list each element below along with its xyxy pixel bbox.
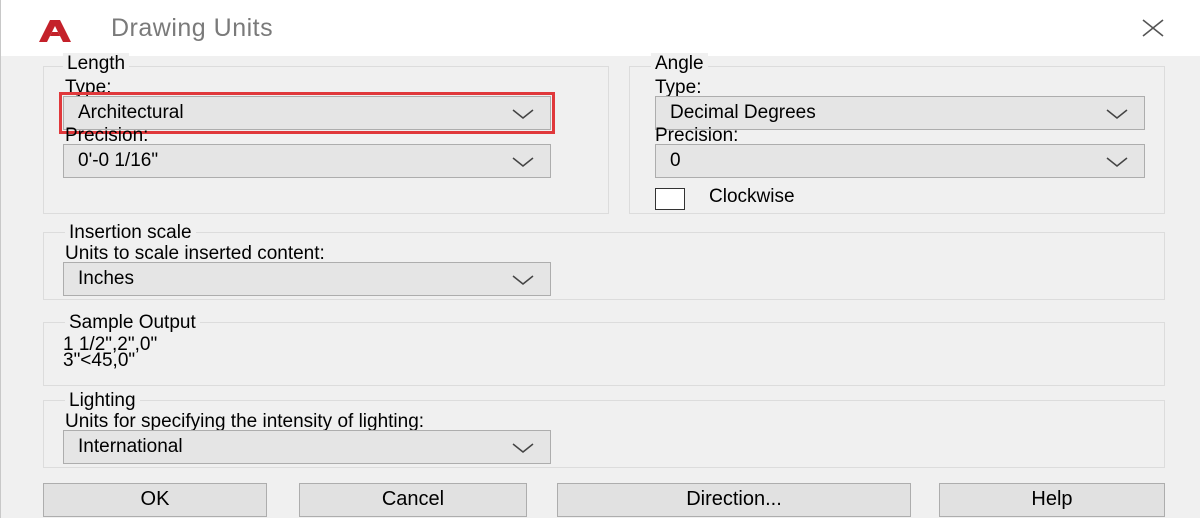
angle-type-value: Decimal Degrees [670, 102, 816, 123]
lighting-group-label: Lighting [65, 390, 140, 412]
ok-button[interactable]: OK [43, 483, 267, 517]
lighting-units-select[interactable]: International [63, 430, 551, 464]
close-icon[interactable] [1141, 16, 1165, 40]
drawing-units-dialog: Drawing Units Length Type: Architectural… [0, 0, 1200, 518]
help-button[interactable]: Help [939, 483, 1165, 517]
title-bar: Drawing Units [1, 0, 1200, 56]
chevron-down-icon [1106, 157, 1128, 167]
insertion-units-value: Inches [78, 268, 134, 289]
chevron-down-icon [512, 443, 534, 453]
cancel-button[interactable]: Cancel [299, 483, 527, 517]
autocad-a-logo-icon [39, 20, 71, 42]
sample-output-group [43, 322, 1165, 386]
lighting-units-value: International [78, 436, 183, 457]
window-title: Drawing Units [111, 14, 274, 42]
angle-group-label: Angle [651, 53, 708, 75]
length-precision-select[interactable]: 0'-0 1/16" [63, 144, 551, 178]
direction-button[interactable]: Direction... [557, 483, 911, 517]
chevron-down-icon [512, 275, 534, 285]
length-group-label: Length [63, 53, 130, 75]
clockwise-checkbox[interactable] [655, 188, 685, 210]
angle-precision-select[interactable]: 0 [655, 144, 1145, 178]
angle-precision-value: 0 [670, 150, 681, 171]
length-type-value: Architectural [78, 102, 184, 123]
sample-output-line-2: 3"<45,0" [63, 350, 136, 371]
insertion-units-select[interactable]: Inches [63, 262, 551, 296]
clockwise-label[interactable]: Clockwise [709, 186, 795, 208]
chevron-down-icon [512, 109, 534, 119]
chevron-down-icon [1106, 109, 1128, 119]
chevron-down-icon [512, 157, 534, 167]
insertion-scale-group-label: Insertion scale [65, 222, 196, 244]
length-precision-value: 0'-0 1/16" [78, 150, 159, 171]
sample-output-group-label: Sample Output [65, 312, 200, 334]
